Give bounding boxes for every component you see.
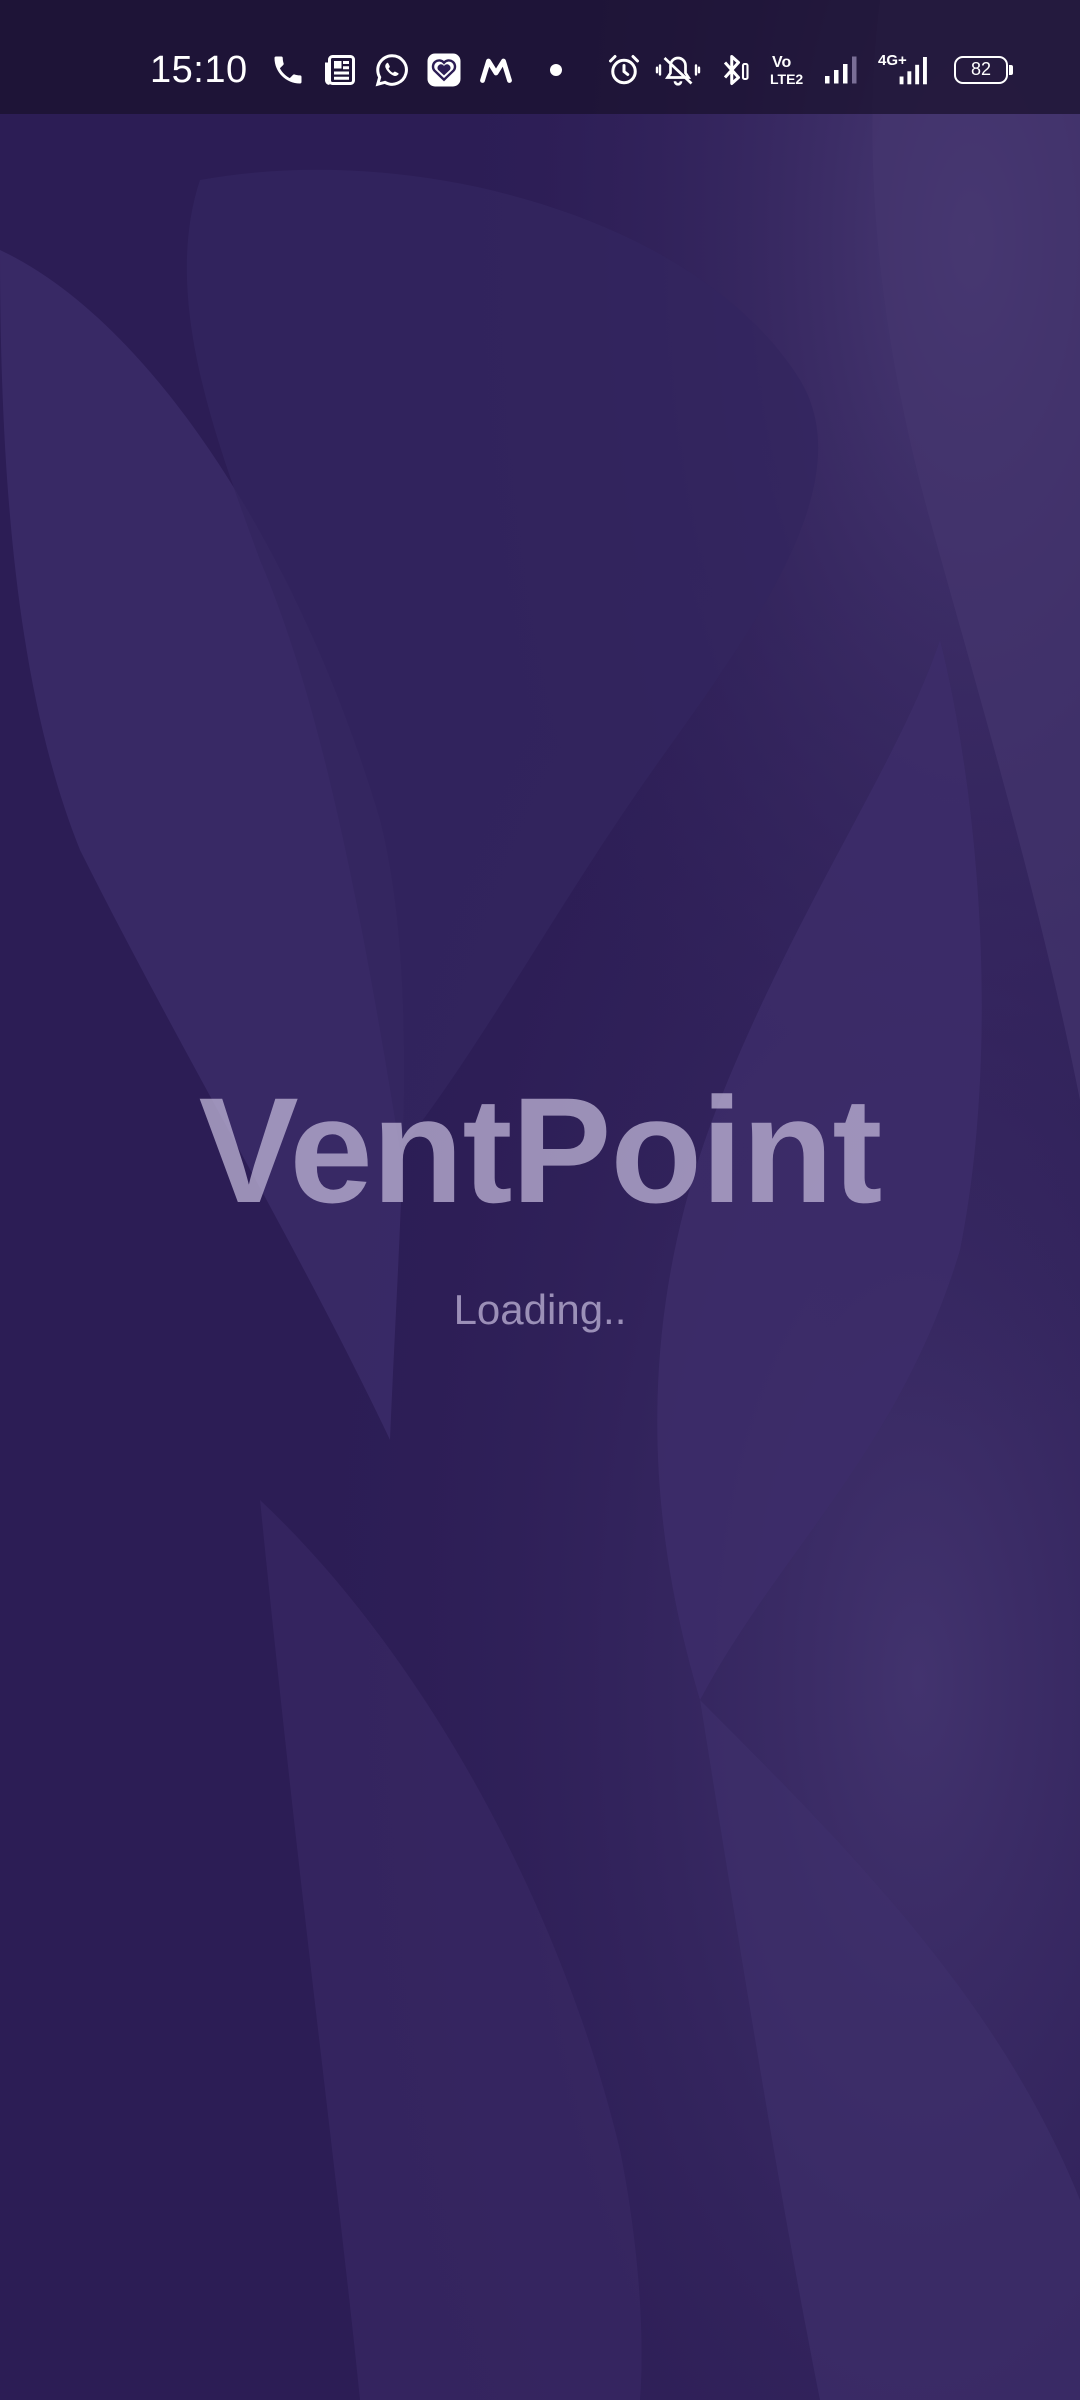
battery-icon: 82 — [954, 56, 1013, 84]
splash-screen: 15:10 Vo LTE2 4G+ 82 VentPoint Loading.. — [0, 0, 1080, 2400]
phone-icon — [270, 52, 306, 88]
dot-icon — [538, 52, 574, 88]
volte-icon: Vo LTE2 — [770, 54, 804, 87]
heart-app-icon — [426, 52, 462, 88]
loading-text: Loading.. — [453, 1286, 627, 1333]
app-title: VentPoint — [198, 1066, 883, 1234]
news-icon — [322, 52, 358, 88]
battery-level: 82 — [970, 59, 992, 79]
status-bar: 15:10 Vo LTE2 4G+ 82 — [0, 0, 1080, 114]
signal-4g-icon: 4G+ — [876, 52, 936, 88]
mute-icon — [654, 52, 702, 88]
myntra-icon — [478, 52, 514, 88]
signal-icon — [822, 52, 858, 88]
bluetooth-icon — [716, 52, 752, 88]
whatsapp-icon — [374, 52, 410, 88]
alarm-icon — [606, 52, 642, 88]
status-time: 15:10 — [150, 49, 248, 91]
